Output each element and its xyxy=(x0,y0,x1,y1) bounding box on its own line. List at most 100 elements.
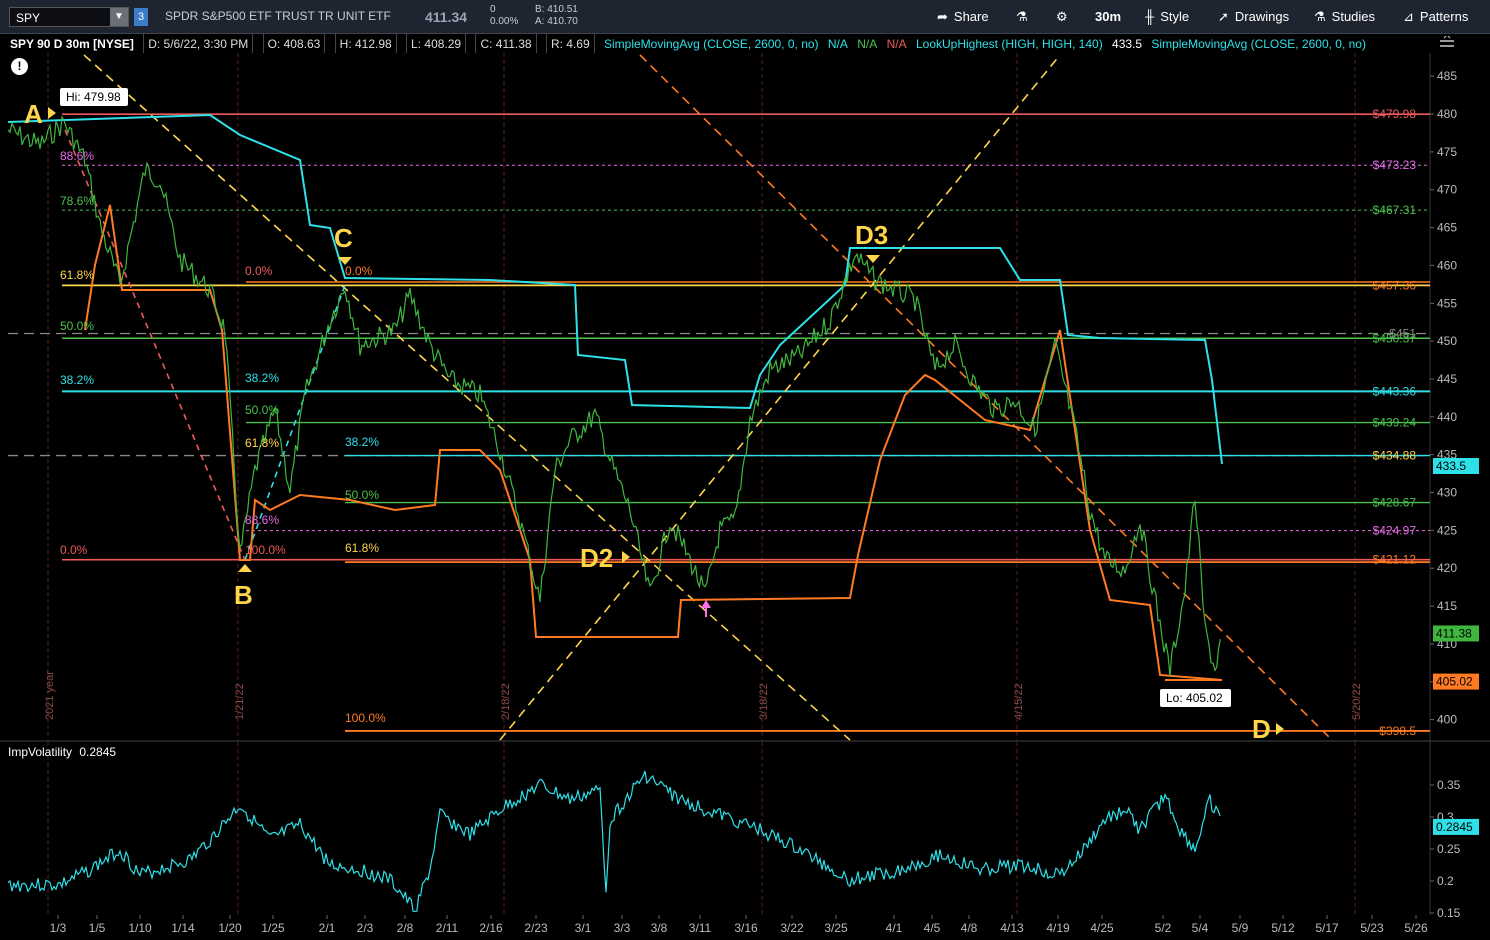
y-tick-label: 485 xyxy=(1437,69,1457,83)
share-button[interactable]: ➦ Share xyxy=(937,6,989,28)
imp-vol-value: 0.2845 xyxy=(79,745,117,759)
fib-levels xyxy=(8,113,1430,732)
pattern-point-label: D3 xyxy=(855,220,888,250)
imp-vol-label[interactable]: ImpVolatility xyxy=(8,745,72,759)
imp-volatility-line xyxy=(7,770,1221,913)
price-level-label: $398.5 xyxy=(1379,724,1416,738)
pattern-point-label: D2 xyxy=(580,543,613,573)
price-line xyxy=(7,115,1221,677)
iv-tick-label: 0.25 xyxy=(1437,842,1461,856)
x-tick-label: 4/1 xyxy=(886,921,903,935)
axis-price-badge xyxy=(1433,458,1479,475)
x-tick-label: 5/12 xyxy=(1271,921,1295,935)
fib-percent-label: 0.0% xyxy=(245,264,273,278)
fib-percent-label: 61.8% xyxy=(60,268,94,282)
y-tick-label: 460 xyxy=(1437,258,1457,272)
x-tick-label: 4/25 xyxy=(1090,921,1114,935)
pattern-point-label: A xyxy=(24,99,43,129)
timeframe-selector[interactable]: 30m xyxy=(1095,6,1121,28)
pattern-point-label: B xyxy=(234,580,253,610)
legend-date: D: 5/6/22, 3:30 PM xyxy=(143,33,254,53)
study-legend: SPY 90 D 30m [NYSE] D: 5/6/22, 3:30 PM O… xyxy=(0,33,1430,53)
pattern-marker-triangle xyxy=(238,564,252,572)
style-menu[interactable]: ╫ Style xyxy=(1145,6,1189,28)
fib-percent-label: 88.6% xyxy=(245,513,279,527)
chart-labels: $479.98 $473.23 $467.31 $457.36 $451$450.37 $… xyxy=(24,88,1416,744)
axis-price-badge xyxy=(1433,625,1479,642)
legend-sma1[interactable]: SimpleMovingAvg (CLOSE, 2600, 0, no) xyxy=(604,34,819,53)
fib-percent-label: 88.6% xyxy=(60,149,94,163)
change-value: 0 xyxy=(490,4,496,15)
ask-value: A: 410.70 xyxy=(535,16,578,27)
flask-button[interactable]: ⚗ xyxy=(1016,6,1034,28)
price-level-label: $473.23 xyxy=(1373,158,1417,172)
axis-price-badge xyxy=(1433,673,1479,690)
legend-high: H: 412.98 xyxy=(334,33,397,53)
iv-tick-label: 0.35 xyxy=(1437,778,1461,792)
alert-icon[interactable]: ! xyxy=(11,58,28,75)
studies-menu[interactable]: ⚗ Studies xyxy=(1314,6,1375,28)
iv-badge-text: 0.2845 xyxy=(1436,820,1473,834)
x-tick-label: 2/1 xyxy=(319,921,336,935)
imp-volatility-panel: 0.35 0.3 0.25 0.2 0.15 0.2845 xyxy=(7,770,1479,920)
price-series xyxy=(7,113,1223,681)
flask-icon: ⚗ xyxy=(1314,9,1326,24)
fib-percent-label: 50.0% xyxy=(60,319,94,333)
drawings-menu[interactable]: ➚ Drawings xyxy=(1218,6,1289,28)
vertical-marker-label: 1/21/22 xyxy=(234,683,246,720)
x-tick-label: 1/5 xyxy=(89,921,106,935)
price-chart[interactable]: 2021 year 1/21/22 2/18/22 3/18/22 4/15/22 5/2… xyxy=(0,0,1490,940)
lookup-highest-line xyxy=(7,113,1223,465)
settings-button[interactable]: ⚙ xyxy=(1056,6,1074,28)
legend-range: R: 4.69 xyxy=(545,33,595,53)
patterns-menu[interactable]: ⊿ Patterns xyxy=(1403,6,1468,28)
x-tick-label: 1/10 xyxy=(128,921,152,935)
legend-close: C: 411.38 xyxy=(475,33,537,53)
x-tick-label: 4/19 xyxy=(1046,921,1070,935)
hi-label-box xyxy=(60,88,128,106)
chart-id[interactable]: SPY 90 D 30m [NYSE] xyxy=(10,34,134,53)
fib-percent-label: 0.0% xyxy=(60,543,88,557)
y-tick-label: 410 xyxy=(1437,637,1457,651)
x-tick-label: 3/1 xyxy=(575,921,592,935)
share-label: Share xyxy=(953,9,989,24)
trendline-bc xyxy=(244,284,346,561)
hi-label-text: Hi: 479.98 xyxy=(66,90,121,104)
link-group-badge[interactable]: 3 xyxy=(134,8,148,26)
chevron-down-icon[interactable]: ▼ xyxy=(110,8,128,26)
price-level-label: $451 xyxy=(1389,327,1416,341)
patterns-icon: ⊿ xyxy=(1403,9,1414,24)
trendline-a-down xyxy=(83,54,851,741)
symbol-selector[interactable]: SPY ▼ xyxy=(9,7,129,27)
trend-lines xyxy=(64,54,1331,741)
x-tick-label: 5/17 xyxy=(1315,921,1339,935)
symbol-description: SPDR S&P500 ETF TRUST TR UNIT ETF xyxy=(165,9,391,23)
trendline-d3-down xyxy=(639,54,1331,739)
price-level-label: $428.67 xyxy=(1373,496,1417,510)
y-tick-label: 455 xyxy=(1437,296,1457,310)
time-axis[interactable]: 1/3 1/5 1/10 1/14 1/20 1/25 2/1 2/3 2/8 2/11 2/16 2… xyxy=(50,915,1428,935)
pattern-arrow-icon xyxy=(1276,723,1284,735)
lo-label-text: Lo: 405.02 xyxy=(1166,691,1223,705)
last-price: 411.34 xyxy=(425,9,468,25)
fib-percent-label: 50.0% xyxy=(345,488,379,502)
legend-lookup[interactable]: LookUpHighest (HIGH, HIGH, 140) xyxy=(916,34,1103,53)
legend-na3: N/A xyxy=(886,37,907,51)
patterns-label: Patterns xyxy=(1419,9,1469,24)
axis-price-badge-text: 433.5 xyxy=(1436,459,1466,473)
axis-price-badge-text: 405.02 xyxy=(1436,675,1473,689)
x-tick-label: 2/16 xyxy=(479,921,503,935)
chart-grid xyxy=(0,53,1490,915)
x-tick-label: 1/20 xyxy=(218,921,242,935)
vertical-marker-label: 5/20/22 xyxy=(1351,683,1363,720)
legend-lookup-value: 433.5 xyxy=(1112,37,1143,51)
legend-na2: N/A xyxy=(857,37,878,51)
x-tick-label: 1/14 xyxy=(171,921,195,935)
legend-sma2[interactable]: SimpleMovingAvg (CLOSE, 2600, 0, no) xyxy=(1151,34,1366,53)
price-axis[interactable]: 485 480 475 470 465 460 455 450 445 440 435 430 425 4… xyxy=(1430,69,1479,727)
share-icon: ➦ xyxy=(937,9,948,24)
candles-icon: ╫ xyxy=(1145,9,1155,24)
expand-icon[interactable] xyxy=(1438,34,1456,50)
pane-divider xyxy=(0,740,1490,742)
bid-value: B: 410.51 xyxy=(535,4,578,15)
